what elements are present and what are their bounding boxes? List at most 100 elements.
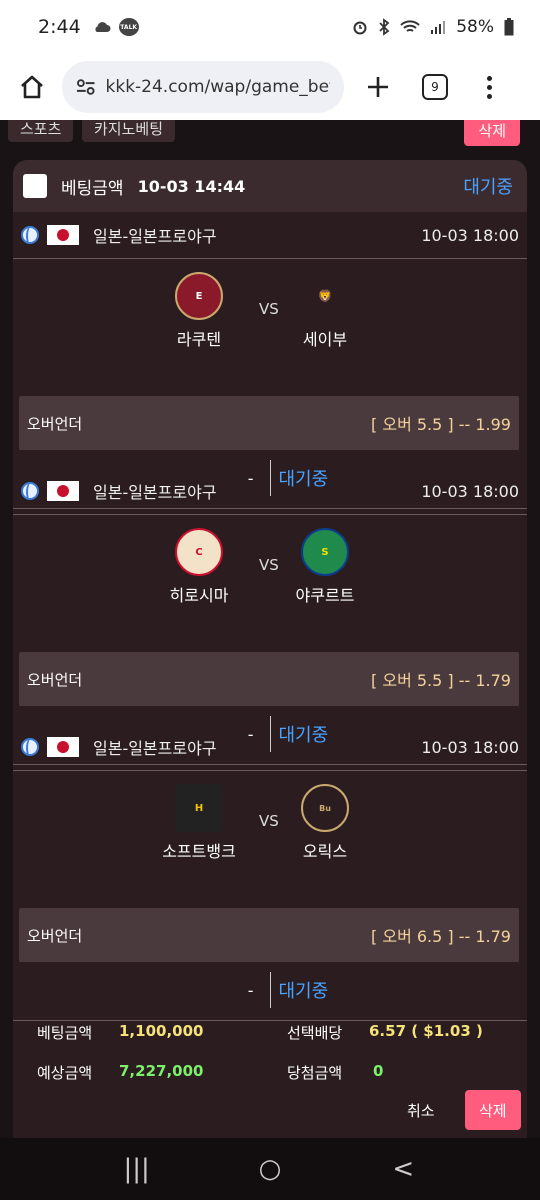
select-checkbox[interactable]	[23, 174, 47, 198]
bet-date: 10-03 14:44	[137, 176, 246, 196]
home-icon	[21, 75, 43, 99]
tab-sports[interactable]: 스포츠	[8, 120, 74, 142]
game-header: 일본-일본프로야구 10-03 18:00	[13, 212, 527, 258]
dot-icon	[486, 75, 492, 81]
top-delete-button[interactable]: 삭제	[464, 120, 520, 146]
home-team: E 라쿠텐	[139, 272, 259, 350]
win-label: 당첨금액	[287, 1064, 343, 1082]
delete-button[interactable]: 삭제	[465, 1090, 521, 1130]
address-bar[interactable]: kkk-24.com/wap/game_bet	[62, 61, 344, 113]
site-settings-icon[interactable]	[76, 78, 96, 96]
away-team-name: 오릭스	[302, 842, 348, 861]
dot-icon	[486, 93, 492, 99]
game-time: 10-03 18:00	[421, 737, 519, 757]
bet-amount-value: 1,100,000	[119, 1022, 204, 1040]
league-name: 일본-일본프로야구	[93, 227, 217, 246]
dot-icon	[486, 84, 492, 90]
market-name: 오버언더	[27, 926, 83, 945]
more-menu-button[interactable]	[474, 65, 504, 109]
divider	[13, 514, 527, 515]
bet-amount-label: 베팅금액	[37, 1024, 93, 1042]
home-nav-button[interactable]: ○	[240, 1154, 300, 1184]
bet-amount-heading: 베팅금액	[61, 178, 124, 199]
away-team-name: 세이부	[302, 330, 348, 349]
japan-flag-icon	[47, 481, 79, 501]
new-tab-button[interactable]	[356, 65, 400, 109]
tab-switcher-button[interactable]: 9	[422, 74, 448, 100]
home-team: H 소프트뱅크	[139, 784, 259, 862]
result-row: - 대기중	[13, 962, 527, 1018]
divider	[13, 1020, 527, 1021]
home-team-name: 라쿠텐	[176, 330, 222, 349]
odds-value: [ 오버 5.5 ] -- 1.99	[371, 415, 511, 434]
system-nav-bar: ||| ○ <	[0, 1138, 540, 1200]
buffaloes-logo-icon: Bu	[301, 784, 349, 832]
odds-label: 선택배당	[287, 1024, 343, 1042]
status-bar: 2:44 TALK 58%	[0, 0, 540, 54]
market-name: 오버언더	[27, 414, 83, 433]
result-status: 대기중	[278, 981, 329, 1002]
league-name: 일본-일본프로야구	[93, 739, 217, 758]
slip-status: 대기중	[463, 177, 513, 198]
kakaotalk-icon: TALK	[118, 18, 139, 36]
clock: 2:44	[38, 16, 81, 38]
game-time: 10-03 18:00	[421, 225, 519, 245]
browser-toolbar: kkk-24.com/wap/game_bet 9	[0, 54, 540, 120]
away-team: Bu 오릭스	[265, 784, 385, 862]
matchup: C 히로시마 VS S 야쿠르트	[13, 520, 527, 616]
home-team-name: 소프트뱅크	[162, 842, 236, 861]
matchup: H 소프트뱅크 VS Bu 오릭스	[13, 776, 527, 872]
away-team: 🦁 세이부	[265, 272, 385, 350]
alarm-icon	[353, 21, 367, 35]
tab-casino-bet[interactable]: 카지노베팅	[82, 120, 176, 142]
bluetooth-icon	[379, 18, 390, 36]
bet-selection: 오버언더 [ 오버 5.5 ] -- 1.99	[19, 396, 519, 450]
bet-slip-card: 베팅금액 10-03 14:44 대기중 일본-일본프로야구 10-03 18:…	[13, 160, 527, 1138]
divider	[13, 258, 527, 259]
game-time: 10-03 18:00	[421, 481, 519, 501]
win-value: 0	[373, 1062, 384, 1080]
carp-logo-icon: C	[175, 528, 223, 576]
bet-slip-header: 베팅금액 10-03 14:44 대기중	[13, 160, 527, 212]
signal-icon	[431, 21, 446, 34]
odds-value: [ 오버 5.5 ] -- 1.79	[371, 671, 511, 690]
league-name: 일본-일본프로야구	[93, 483, 217, 502]
wifi-icon	[400, 20, 420, 32]
battery-icon	[504, 18, 514, 36]
market-name: 오버언더	[27, 670, 83, 689]
top-nav: 스포츠 카지노베팅 삭제	[0, 120, 540, 146]
softbank-logo-icon: H	[175, 784, 223, 832]
cancel-button[interactable]: 취소	[393, 1090, 449, 1130]
rakuten-logo-icon: E	[175, 272, 223, 320]
plus-icon	[368, 77, 388, 97]
baseball-icon	[21, 738, 39, 756]
matchup: E 라쿠텐 VS 🦁 세이부	[13, 264, 527, 360]
seibu-logo-icon: 🦁	[317, 289, 333, 303]
baseball-icon	[21, 226, 39, 244]
url-text: kkk-24.com/wap/game_bet	[105, 77, 331, 97]
bet-selection: 오버언더 [ 오버 5.5 ] -- 1.79	[19, 652, 519, 706]
game-header: 일본-일본프로야구 10-03 18:00	[13, 724, 527, 770]
cloud-icon	[95, 22, 111, 32]
away-team: S 야쿠르트	[265, 528, 385, 606]
home-team-name: 히로시마	[169, 586, 229, 605]
odds-value: [ 오버 6.5 ] -- 1.79	[371, 927, 511, 946]
expected-label: 예상금액	[37, 1064, 93, 1082]
bet-slip-body: 일본-일본프로야구 10-03 18:00 E 라쿠텐 VS 🦁 세이부 오버언…	[13, 212, 527, 1138]
swallows-logo-icon: S	[301, 528, 349, 576]
divider	[13, 770, 527, 771]
page-content: 스포츠 카지노베팅 삭제 베팅금액 10-03 14:44 대기중 일본-일본프…	[0, 120, 540, 1138]
bet-selection: 오버언더 [ 오버 6.5 ] -- 1.79	[19, 908, 519, 962]
result-score: -	[247, 980, 254, 1000]
away-team-name: 야쿠르트	[295, 586, 355, 605]
japan-flag-icon	[47, 225, 79, 245]
recents-button[interactable]: |||	[107, 1154, 167, 1184]
game-header: 일본-일본프로야구 10-03 18:00	[13, 468, 527, 514]
home-button[interactable]	[10, 65, 54, 109]
baseball-icon	[21, 482, 39, 500]
battery-percent: 58%	[456, 17, 494, 37]
back-button[interactable]: <	[373, 1154, 433, 1184]
total-odds-value: 6.57 ( $1.03 )	[369, 1022, 483, 1040]
home-team: C 히로시마	[139, 528, 259, 606]
japan-flag-icon	[47, 737, 79, 757]
